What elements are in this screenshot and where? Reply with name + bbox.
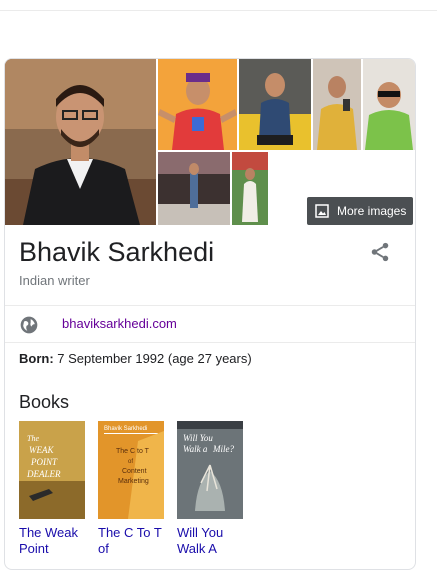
book-cover[interactable]: Bhavik Sarkhedi The C to T of Content Ma… — [98, 421, 164, 519]
book-cover-text: Mile? — [212, 444, 234, 454]
book-cover-text: Walk a — [183, 444, 208, 454]
book-cover-text: Will You — [183, 433, 213, 443]
book-title-line[interactable]: The C To T — [98, 525, 164, 541]
book-cover-text: DEALER — [26, 469, 61, 479]
entity-subtitle: Indian writer — [19, 273, 90, 288]
book-cover[interactable]: Will You Walk a Mile? — [177, 421, 243, 519]
section-divider — [5, 305, 415, 306]
books-heading[interactable]: Books — [19, 392, 69, 413]
gallery-photo-6[interactable] — [158, 152, 230, 225]
book-cover-text: Marketing — [118, 478, 149, 485]
website-link[interactable]: bhaviksarkhedi.com — [62, 316, 177, 331]
section-divider — [5, 342, 415, 343]
book-cover-text: WEAK — [29, 445, 54, 455]
entity-name: Bhavik Sarkhedi — [19, 237, 215, 267]
born-row: Born: 7 September 1992 (age 27 years) — [19, 351, 252, 366]
book-title-line[interactable]: The Weak — [19, 525, 85, 541]
book-item[interactable]: The WEAK POINT DEALER The Weak Point — [19, 421, 85, 557]
book-cover[interactable]: The WEAK POINT DEALER — [19, 421, 85, 519]
book-title-line[interactable]: Will You — [177, 525, 243, 541]
gallery-photo-4[interactable] — [313, 59, 361, 150]
book-cover-text: POINT — [30, 457, 58, 467]
share-icon[interactable] — [369, 241, 391, 263]
main-photo[interactable] — [5, 59, 156, 225]
image-gallery: More images — [5, 59, 415, 227]
gallery-photo-2[interactable] — [158, 59, 237, 150]
book-cover-text: Bhavik Sarkhedi — [104, 426, 147, 432]
knowledge-panel: More images Bhavik Sarkhedi Indian write… — [4, 58, 416, 570]
gallery-photo-3[interactable] — [239, 59, 311, 150]
more-images-button[interactable]: More images — [307, 197, 413, 225]
book-item[interactable]: Bhavik Sarkhedi The C to T of Content Ma… — [98, 421, 164, 557]
born-label: Born: — [19, 351, 54, 366]
more-images-label: More images — [337, 204, 407, 218]
book-cover-text: of — [128, 459, 133, 465]
book-cover-text: The — [27, 434, 39, 443]
globe-icon — [20, 316, 38, 334]
gallery-photo-7[interactable] — [232, 152, 268, 225]
book-cover-text: Content — [122, 468, 147, 475]
image-icon — [315, 204, 329, 218]
gallery-photo-5[interactable] — [363, 59, 415, 150]
book-cover-text: The C to T — [116, 448, 150, 455]
top-divider — [0, 10, 437, 11]
born-value: 7 September 1992 (age 27 years) — [57, 351, 252, 366]
book-item[interactable]: Will You Walk a Mile? Will You Walk A — [177, 421, 243, 557]
